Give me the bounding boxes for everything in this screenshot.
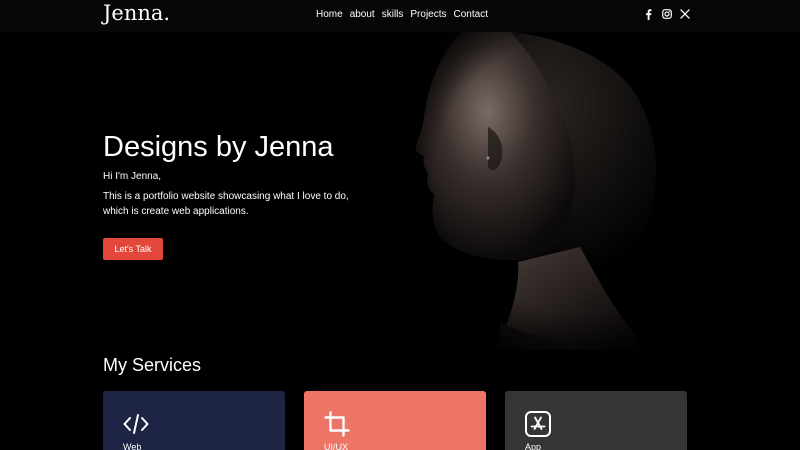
- hero-greeting: Hi I'm Jenna,: [103, 171, 162, 182]
- facebook-icon[interactable]: [643, 8, 654, 20]
- hero-description: This is a portfolio website showcasing w…: [103, 191, 349, 217]
- hero-section: Designs by Jenna Hi I'm Jenna, This is a…: [0, 32, 800, 350]
- nav-link-skills[interactable]: skills: [382, 9, 404, 21]
- nav-link-projects[interactable]: Projects: [410, 9, 446, 21]
- nav-menu: Home about skills Projects Contact: [316, 9, 488, 21]
- lets-talk-button[interactable]: Let's Talk: [103, 238, 163, 260]
- instagram-icon[interactable]: [661, 8, 672, 20]
- nav-link-about[interactable]: about: [350, 9, 375, 21]
- service-label-uiux: UI/UX: [324, 442, 349, 450]
- logo[interactable]: Jenna.: [103, 0, 170, 26]
- x-icon[interactable]: [679, 8, 690, 20]
- navbar: Jenna. Home about skills Projects Contac…: [0, 0, 800, 32]
- service-label-app: App: [525, 442, 542, 450]
- service-card-web[interactable]: Web: [103, 391, 285, 450]
- nav-link-contact[interactable]: Contact: [454, 9, 488, 21]
- social-links: [643, 8, 690, 20]
- app-store-icon: [525, 411, 551, 437]
- service-label-web: Web: [123, 442, 142, 450]
- crop-icon: [324, 411, 350, 437]
- service-card-uiux[interactable]: UI/UX: [304, 391, 486, 450]
- services-title: My Services: [103, 355, 202, 375]
- hero-title: Designs by Jenna: [103, 131, 334, 163]
- service-card-app[interactable]: App: [505, 391, 687, 450]
- nav-link-home[interactable]: Home: [316, 9, 343, 21]
- portrait-photo: [400, 32, 720, 350]
- code-icon: [123, 414, 149, 434]
